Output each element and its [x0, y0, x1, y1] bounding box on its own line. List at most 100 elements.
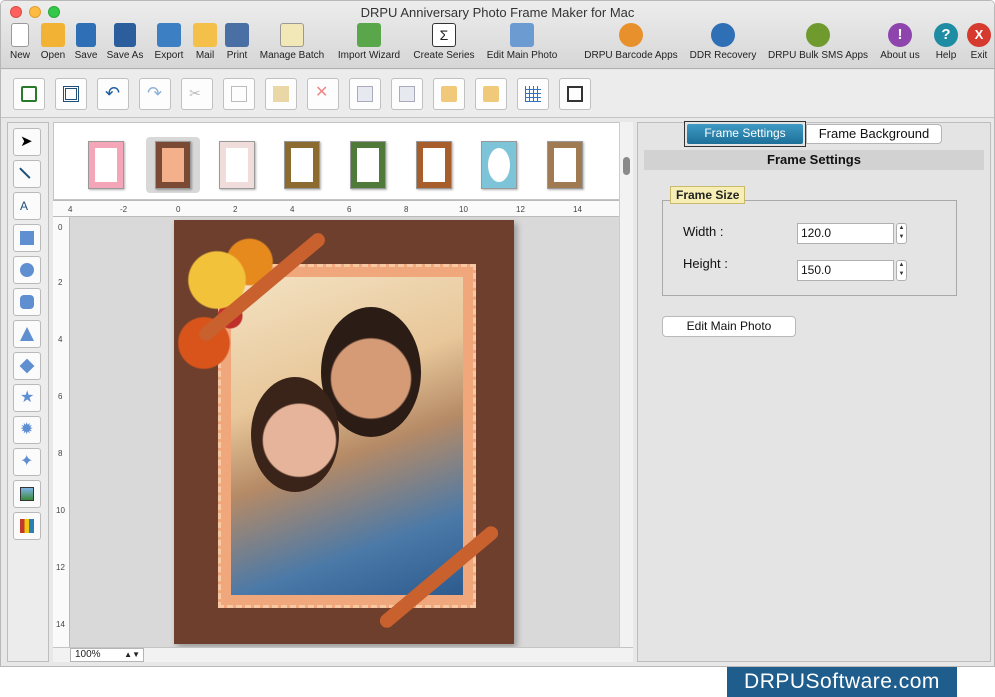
edit-main-photo-button[interactable]: Edit Main Photo: [482, 23, 562, 67]
ellipse-icon: [20, 263, 34, 277]
rounded-rectangle-tool[interactable]: [13, 288, 41, 316]
width-label: Width :: [683, 224, 724, 239]
ellipse-tool[interactable]: [13, 256, 41, 284]
ruler-tick: 4: [58, 335, 63, 344]
export-button[interactable]: Export: [151, 23, 187, 67]
height-field[interactable]: 150.0: [797, 260, 894, 281]
open-button[interactable]: Open: [38, 23, 68, 67]
rounded-rectangle-icon: [20, 295, 34, 309]
unlock-button[interactable]: [475, 78, 507, 110]
grid-button[interactable]: [517, 78, 549, 110]
cut-icon: ✂: [189, 85, 201, 101]
brand-banner[interactable]: DRPUSoftware.com: [727, 667, 957, 697]
vertical-ruler: 0 2 4 6 8 10 12 14: [53, 217, 70, 647]
sms-envelope-icon: [806, 23, 830, 47]
save-button[interactable]: Save: [71, 23, 101, 67]
pointer-tool[interactable]: ➤: [13, 128, 41, 156]
new-button[interactable]: New: [6, 23, 34, 67]
scrollbar-knob[interactable]: [623, 157, 630, 175]
diamond-icon: [19, 358, 35, 374]
lock-button[interactable]: [433, 78, 465, 110]
drpu-barcode-apps-button[interactable]: DRPU Barcode Apps: [579, 23, 683, 67]
ruler-tick: 12: [516, 205, 525, 214]
zoom-value: 100%: [75, 649, 101, 660]
design-canvas[interactable]: [70, 217, 619, 647]
ddr-recovery-label: DDR Recovery: [689, 50, 757, 61]
create-series-label: Create Series: [413, 50, 475, 61]
help-label: Help: [935, 50, 957, 61]
width-field[interactable]: 120.0: [797, 223, 894, 244]
tab-frame-settings-label: Frame Settings: [687, 124, 803, 144]
exit-button[interactable]: X Exit: [965, 23, 993, 67]
tab-frame-background[interactable]: Frame Background: [806, 124, 942, 144]
triangle-tool[interactable]: [13, 320, 41, 348]
frame-thumbnail[interactable]: [284, 141, 320, 189]
import-wizard-button[interactable]: Import Wizard: [332, 23, 406, 67]
tab-frame-settings[interactable]: Frame Settings: [684, 121, 806, 147]
edit-toolbar: ↶ ↷ ✂ ✕: [1, 70, 994, 118]
mail-button[interactable]: Mail: [191, 23, 219, 67]
edit-photo-icon: [510, 23, 534, 47]
edit-main-photo-panel-button[interactable]: Edit Main Photo: [662, 316, 796, 337]
paste-button[interactable]: [265, 78, 297, 110]
line-tool[interactable]: [13, 160, 41, 188]
frame-thumbnail[interactable]: [547, 141, 583, 189]
ddr-recovery-button[interactable]: DDR Recovery: [686, 23, 760, 67]
unlock-icon: [483, 86, 499, 102]
horizontal-ruler: 4 -2 0 2 4 6 8 10 12 14: [53, 200, 633, 217]
about-us-button[interactable]: ! About us: [875, 23, 925, 67]
frame-gallery: [53, 122, 633, 200]
leaves-decoration: [178, 226, 308, 406]
gallery-scrollbar[interactable]: [619, 122, 633, 647]
help-button[interactable]: ? Help: [931, 23, 961, 67]
line-icon: [19, 163, 35, 179]
text-tool[interactable]: A: [13, 192, 41, 220]
star-tool[interactable]: ★: [13, 384, 41, 412]
zoom-stepper-icon: ▲▼: [124, 650, 140, 659]
frame-page[interactable]: [174, 220, 514, 644]
drpu-bulk-sms-apps-label: DRPU Bulk SMS Apps: [767, 50, 869, 61]
frame-thumbnail[interactable]: [481, 141, 517, 189]
frame-thumbnail[interactable]: [88, 141, 124, 189]
frame-thumbnail[interactable]: [416, 141, 452, 189]
delete-button[interactable]: ✕: [307, 78, 339, 110]
ruler-view-button[interactable]: [559, 78, 591, 110]
frame-thumbnail[interactable]: [350, 141, 386, 189]
undo-button[interactable]: ↶: [97, 78, 129, 110]
burst-tool[interactable]: ✹: [13, 416, 41, 444]
copy-button[interactable]: [223, 78, 255, 110]
save-icon: [76, 23, 96, 47]
frame-thumbnail[interactable]: [219, 141, 255, 189]
ruler-tick: 4: [68, 205, 73, 214]
ruler-tick: 6: [58, 392, 63, 401]
height-stepper[interactable]: ▲ ▼: [896, 260, 907, 281]
save-as-button[interactable]: Save As: [104, 23, 146, 67]
frame-thumbnail-selected[interactable]: [155, 141, 191, 189]
height-label: Height :: [683, 256, 728, 271]
save-as-icon: [114, 23, 136, 47]
print-button[interactable]: Print: [223, 23, 251, 67]
edit-main-photo-label: Edit Main Photo: [486, 50, 558, 61]
help-icon: ?: [934, 23, 958, 47]
library-tool[interactable]: [13, 512, 41, 540]
bring-forward-button[interactable]: [349, 78, 381, 110]
rectangle-tool[interactable]: [13, 224, 41, 252]
image-tool[interactable]: [13, 480, 41, 508]
cut-button[interactable]: ✂: [181, 78, 213, 110]
manage-batch-button[interactable]: Manage Batch: [255, 23, 329, 67]
zoom-select[interactable]: 100% ▲▼: [70, 648, 144, 662]
frame-button[interactable]: [55, 78, 87, 110]
send-backward-button[interactable]: [391, 78, 423, 110]
four-point-star-tool[interactable]: ✦: [13, 448, 41, 476]
redo-button[interactable]: ↷: [139, 78, 171, 110]
width-stepper[interactable]: ▲ ▼: [896, 223, 907, 244]
ruler-tick: 6: [347, 205, 352, 214]
save-as-label: Save As: [106, 50, 144, 61]
open-label: Open: [40, 50, 66, 61]
create-series-button[interactable]: Σ Create Series: [409, 23, 479, 67]
drpu-bulk-sms-apps-button[interactable]: DRPU Bulk SMS Apps: [763, 23, 873, 67]
exit-icon: X: [967, 23, 991, 47]
add-item-button[interactable]: [13, 78, 45, 110]
rectangle-icon: [20, 231, 34, 245]
diamond-tool[interactable]: [13, 352, 41, 380]
